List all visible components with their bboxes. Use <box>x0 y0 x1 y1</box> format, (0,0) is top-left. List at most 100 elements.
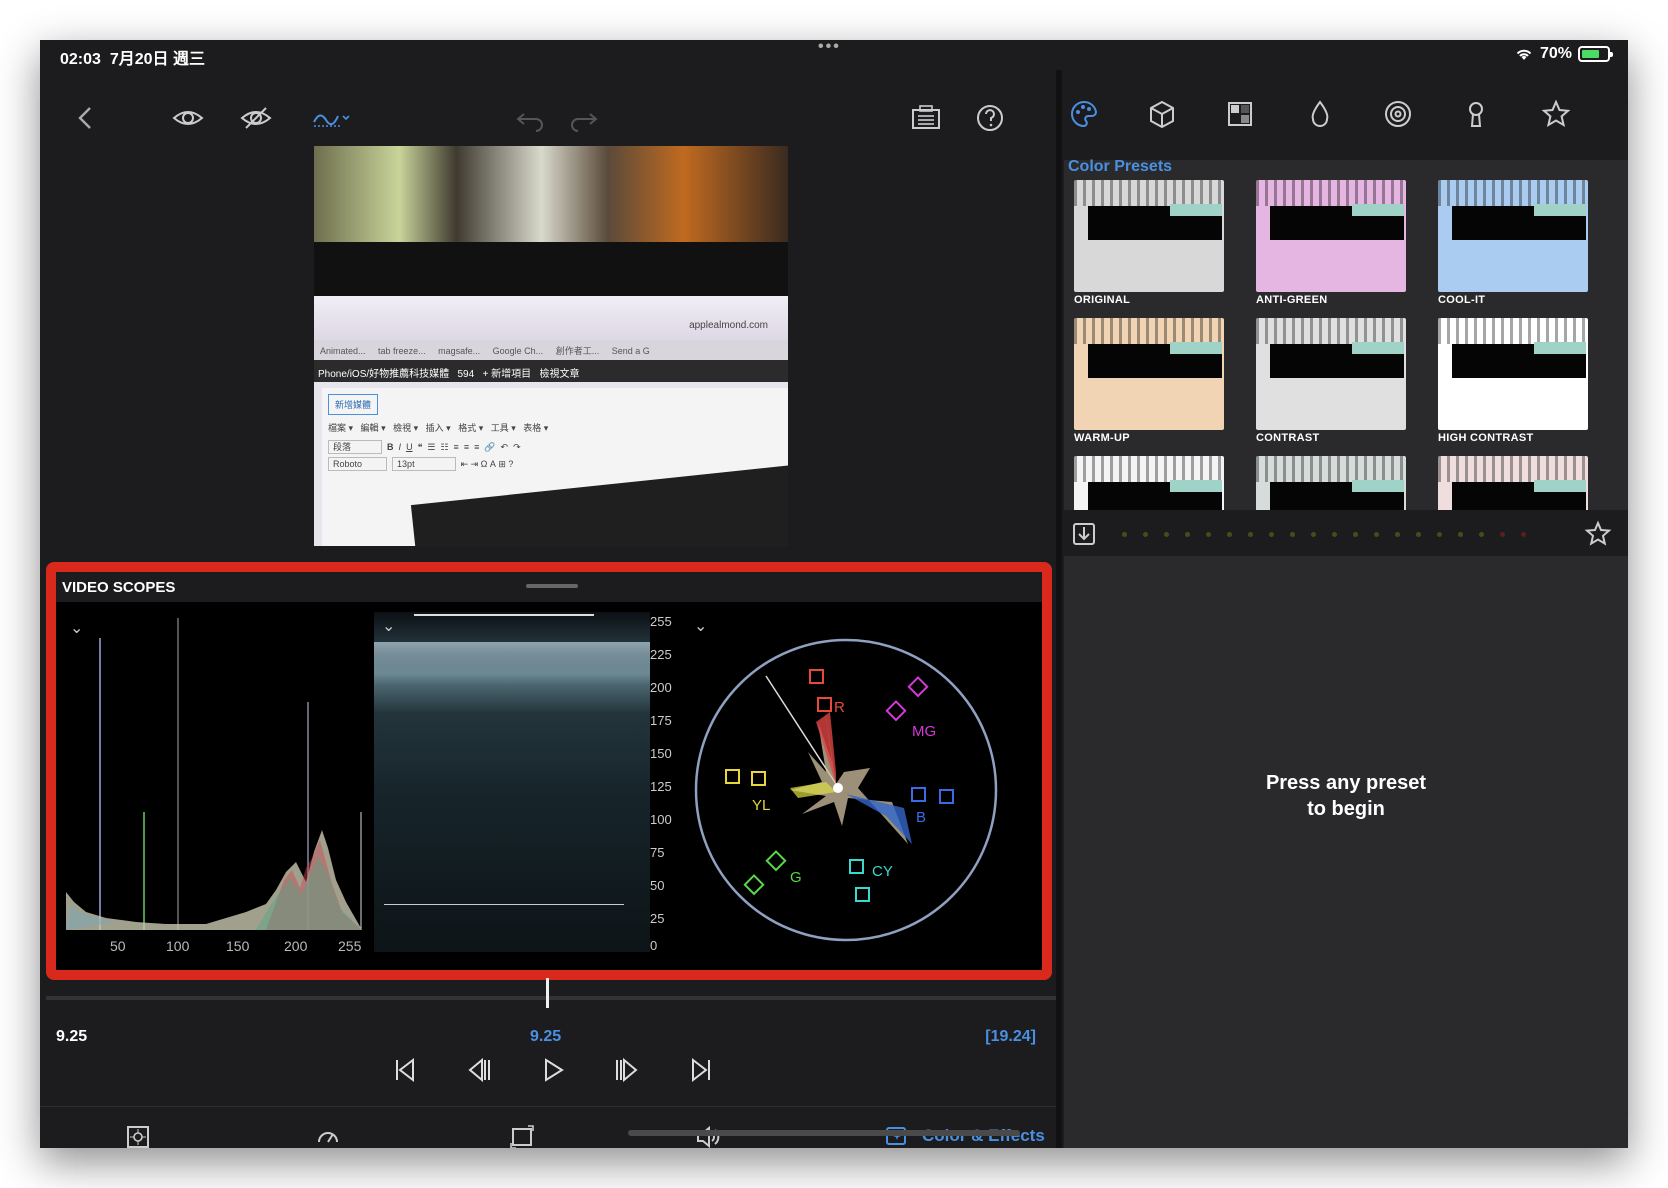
preset-thumbnail <box>1074 180 1224 292</box>
transform-icon[interactable] <box>502 1117 542 1148</box>
cube-icon[interactable] <box>1142 94 1182 134</box>
preset-label: HIGH CONTRAST <box>1438 432 1534 444</box>
waveform-tick: 50 <box>650 878 665 893</box>
editor-menu: 檔案 ▾ 編輯 ▾ 檢視 ▾ 插入 ▾ 格式 ▾ 工具 ▾ 表格 ▾ <box>328 423 549 433</box>
redo-icon[interactable] <box>564 98 604 138</box>
browser-tab: Google Ch... <box>492 346 544 356</box>
panel-drag-handle[interactable] <box>526 584 578 588</box>
scopes-title: VIDEO SCOPES <box>62 579 176 596</box>
preset-anti-green[interactable]: ANTI-GREEN <box>1256 180 1426 310</box>
play-icon[interactable] <box>533 1050 573 1090</box>
transport-controls <box>385 1050 721 1090</box>
step-forward-icon[interactable] <box>607 1050 647 1090</box>
star-icon[interactable] <box>1536 94 1576 134</box>
vignette-icon[interactable] <box>1378 94 1418 134</box>
palette-icon[interactable] <box>1064 94 1104 134</box>
waveform-scope: ⌄ 255 225 200 175 150 125 100 75 50 25 0 <box>374 612 674 953</box>
step-back-icon[interactable] <box>459 1050 499 1090</box>
timeline-track[interactable] <box>46 996 1056 1000</box>
timecode-playhead: 9.25 <box>530 1028 562 1045</box>
preset-warm-up[interactable]: WARM-UP <box>1074 318 1244 448</box>
browser-tabs: Animated... tab freeze... magsafe... Goo… <box>314 340 788 360</box>
admin-new-item: + 新增項目 <box>482 369 532 380</box>
editor-menu-item: 編輯 <box>360 423 379 433</box>
target-r <box>809 669 832 712</box>
vector-label-r: R <box>834 699 845 716</box>
crop-icon[interactable] <box>118 1117 158 1148</box>
color-tools-bar <box>1064 70 1628 160</box>
waveform-y-axis: 255 225 200 175 150 125 100 75 50 25 0 <box>650 612 674 953</box>
clipboard-icon[interactable] <box>906 98 946 138</box>
import-icon[interactable] <box>1064 514 1104 554</box>
preset-grid: ORIGINAL ANTI-GREEN COOL-IT WARM-UP CONT… <box>1074 180 1614 510</box>
preset-original[interactable]: ORIGINAL <box>1074 180 1244 310</box>
waveform-tick: 0 <box>650 938 658 953</box>
waveform-tick: 200 <box>650 680 672 695</box>
eye-slash-icon[interactable] <box>236 98 276 138</box>
editor-menu-item: 工具 <box>490 423 509 433</box>
editor-format-row: 段落 B I U ❝ ☰ ☷ ≡ ≡ ≡ 🔗 ↶ ↷ <box>328 440 782 454</box>
preset-actions-bar <box>1064 510 1628 556</box>
chevron-left-icon[interactable] <box>66 98 106 138</box>
preset-label: CONTRAST <box>1256 432 1320 444</box>
keyhole-icon[interactable] <box>1456 94 1496 134</box>
lut-icon[interactable] <box>1220 94 1260 134</box>
help-icon[interactable] <box>970 98 1010 138</box>
undo-icon[interactable] <box>510 98 550 138</box>
favorite-star-icon[interactable] <box>1578 514 1618 554</box>
playhead[interactable] <box>546 978 549 1008</box>
waveform-tick: 25 <box>650 911 665 926</box>
browser-url: applealmond.com <box>689 320 768 331</box>
font-size-select: 13pt <box>392 457 456 471</box>
speed-icon[interactable] <box>308 1117 348 1148</box>
chevron-down-icon[interactable]: ⌄ <box>382 616 395 636</box>
preset-item[interactable] <box>1256 456 1426 510</box>
vector-label-b: B <box>916 809 926 826</box>
home-indicator[interactable] <box>628 1130 1020 1136</box>
histogram-tick: 50 <box>110 938 126 954</box>
histogram-tick: 100 <box>166 938 190 954</box>
status-bar: 02:03 7月20日 週三 ••• 70% <box>40 40 1628 70</box>
color-panel: Color Presets ORIGINAL ANTI-GREEN COOL-I… <box>1064 70 1628 1148</box>
wifi-icon <box>1516 49 1532 60</box>
video-preview[interactable]: applealmond.com Animated... tab freeze..… <box>314 146 788 546</box>
chevron-down-icon[interactable]: ⌄ <box>70 618 83 638</box>
timecode-current: 9.25 <box>56 1028 88 1045</box>
skip-to-end-icon[interactable] <box>681 1050 721 1090</box>
chevron-down-icon[interactable]: ⌄ <box>694 616 707 636</box>
vectorscope: ⌄ R MG YL B G CY <box>686 612 1016 952</box>
scopes-header: VIDEO SCOPES <box>56 572 1042 602</box>
status-time: 02:03 7月20日 週三 <box>60 51 205 68</box>
preset-cool-it[interactable]: COOL-IT <box>1438 180 1608 310</box>
split-divider[interactable] <box>1056 70 1062 1148</box>
status-date: 7月20日 週三 <box>109 51 205 68</box>
waveform-tick: 225 <box>650 647 672 662</box>
prompt-line-1: Press any preset <box>1265 772 1427 794</box>
waveform-tick: 255 <box>650 614 672 629</box>
video-scopes-panel: VIDEO SCOPES ⌄ 50 100 150 200 255 ⌄ 255 … <box>46 562 1052 980</box>
editor-panel: applealmond.com Animated... tab freeze..… <box>40 70 1060 1148</box>
multitask-dots[interactable]: ••• <box>818 40 841 56</box>
eye-icon[interactable] <box>168 98 208 138</box>
preset-page-dots[interactable] <box>1122 532 1526 537</box>
preset-label: ORIGINAL <box>1074 294 1131 306</box>
ipad-screen: 02:03 7月20日 週三 ••• 70% applealmond.com A… <box>40 40 1628 1148</box>
drop-icon[interactable] <box>1300 94 1340 134</box>
waveform-plot <box>374 612 650 952</box>
histogram-tick: 200 <box>284 938 308 954</box>
preset-thumbnail <box>1074 456 1224 510</box>
skip-to-start-icon[interactable] <box>385 1050 425 1090</box>
browser-toolbar: applealmond.com <box>314 296 788 340</box>
browser-tab: Send a G <box>611 346 650 356</box>
bottom-toolbar: Color & Effects <box>40 1106 1060 1148</box>
editor-menu-item: 檔案 <box>328 423 347 433</box>
preset-high-contrast[interactable]: HIGH CONTRAST <box>1438 318 1608 448</box>
editor-menu-item: 格式 <box>458 423 477 433</box>
histogram-scope: ⌄ 50 100 150 200 255 <box>66 612 362 954</box>
preset-item[interactable] <box>1438 456 1608 510</box>
preset-item[interactable] <box>1074 456 1244 510</box>
scopes-dropdown-icon[interactable] <box>310 98 354 138</box>
preset-thumbnail <box>1256 318 1406 430</box>
preset-contrast[interactable]: CONTRAST <box>1256 318 1426 448</box>
browser-tab: Animated... <box>320 346 366 356</box>
